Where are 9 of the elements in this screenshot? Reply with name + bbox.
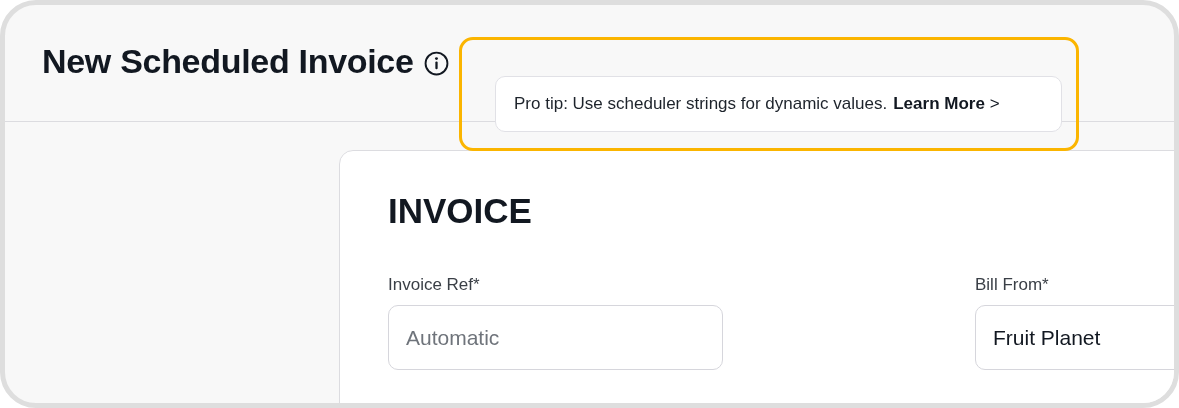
input-field[interactable]: Automatic (388, 305, 723, 370)
card-title: INVOICE (388, 191, 533, 231)
input-field[interactable]: Fruit Planet (975, 305, 1174, 370)
field-label: Invoice Ref* (388, 275, 481, 295)
page-title: New Scheduled Invoice (42, 41, 414, 81)
tooltip-text: Pro tip: Use scheduler strings for dynamic values. (514, 94, 888, 114)
field-label: Bill From* (975, 275, 1050, 295)
learn-more-link[interactable]: Learn More > (893, 94, 1000, 114)
info-icon[interactable] (423, 50, 449, 76)
